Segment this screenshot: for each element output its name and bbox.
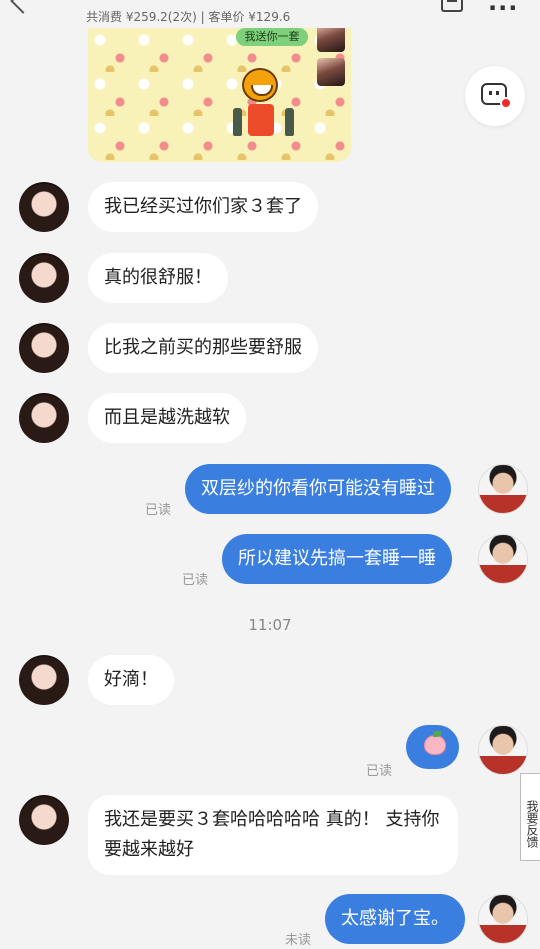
agent-avatar[interactable] bbox=[478, 464, 528, 514]
read-status: 已读 bbox=[182, 573, 209, 588]
note-icon[interactable] bbox=[441, 0, 463, 12]
customer-avatar[interactable] bbox=[19, 182, 69, 232]
image-message[interactable]: 我送你一套 bbox=[88, 28, 351, 162]
feedback-tab[interactable]: 我要反馈 bbox=[520, 773, 540, 861]
assistant-button[interactable] bbox=[465, 66, 525, 126]
bottle-icon bbox=[285, 108, 294, 136]
customer-avatar[interactable] bbox=[19, 253, 69, 303]
message-line: 我还是要买３套哈哈哈哈哈 真的！ 支持你 bbox=[104, 809, 440, 830]
laughing-face-icon bbox=[242, 68, 278, 102]
back-arrow-icon[interactable] bbox=[10, 0, 36, 14]
sticker-figure bbox=[248, 104, 274, 136]
agent-avatar[interactable] bbox=[478, 894, 528, 944]
read-status: 已读 bbox=[145, 503, 172, 518]
read-status: 未读 bbox=[285, 933, 312, 948]
thumbnail-photo bbox=[317, 58, 345, 86]
read-status: 已读 bbox=[366, 764, 393, 779]
customer-avatar[interactable] bbox=[19, 795, 69, 845]
agent-avatar[interactable] bbox=[478, 725, 528, 775]
customer-message: 好滴！ bbox=[88, 655, 174, 705]
customer-message: 比我之前买的那些要舒服 bbox=[88, 323, 318, 373]
time-divider: 11:07 bbox=[248, 616, 292, 634]
chat-header: 共消费 ¥259.2(2次) | 客单价 ¥129.6 ··· bbox=[0, 0, 540, 28]
customer-avatar[interactable] bbox=[19, 655, 69, 705]
customer-message: 我已经买过你们家３套了 bbox=[88, 182, 318, 232]
agent-avatar[interactable] bbox=[478, 534, 528, 584]
agent-message: 所以建议先搞一套睡一睡 bbox=[222, 534, 452, 584]
notification-dot bbox=[500, 97, 512, 109]
bottle-icon bbox=[233, 108, 242, 136]
thumbnail-photo bbox=[317, 28, 345, 52]
more-icon[interactable]: ··· bbox=[488, 0, 518, 22]
customer-message: 而且是越洗越软 bbox=[88, 393, 246, 443]
customer-stats: 共消费 ¥259.2(2次) | 客单价 ¥129.6 bbox=[86, 10, 291, 24]
peach-icon bbox=[424, 731, 446, 755]
agent-message: 双层纱的你看你可能没有睡过 bbox=[185, 464, 451, 514]
customer-message: 我还是要买３套哈哈哈哈哈 真的！ 支持你 要越来越好 bbox=[88, 795, 458, 875]
customer-message: 真的很舒服！ bbox=[88, 253, 228, 303]
sticker-caption: 我送你一套 bbox=[236, 28, 308, 46]
customer-avatar[interactable] bbox=[19, 393, 69, 443]
agent-message: 太感谢了宝。 bbox=[325, 894, 465, 944]
customer-avatar[interactable] bbox=[19, 323, 69, 373]
message-line: 要越来越好 bbox=[104, 839, 194, 860]
